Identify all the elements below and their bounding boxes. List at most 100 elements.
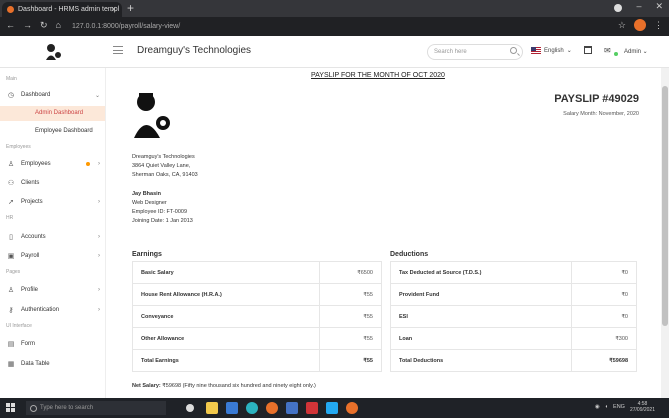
firefox-icon[interactable]: [266, 402, 278, 414]
sidebar-item-projects[interactable]: ➚ Projects ›: [6, 196, 106, 208]
windows-start-icon[interactable]: [6, 403, 15, 412]
search-icon[interactable]: [510, 47, 517, 54]
forward-icon[interactable]: →: [23, 20, 32, 31]
nav-buttons: ← → ↻ ⌂: [6, 20, 61, 31]
clock[interactable]: 4:58 27/09/2021: [630, 401, 655, 413]
address-bar-actions: ☆ ⋮: [618, 19, 663, 31]
language-label: English: [544, 47, 564, 54]
earnings-heading: Earnings: [132, 251, 162, 258]
chevron-right-icon: ›: [98, 161, 100, 167]
table-row: Loan ₹300: [390, 327, 638, 350]
earnings-table: Basic Salary ₹6500 House Rent Allowance (…: [132, 261, 383, 372]
row-value: ₹6500: [318, 261, 383, 284]
sidebar-section-hr: HR: [6, 215, 14, 221]
deductions-heading: Deductions: [390, 251, 429, 258]
admin-menu[interactable]: Admin ⌄: [624, 48, 648, 55]
minimize-icon[interactable]: –: [636, 1, 641, 12]
sidebar-item-label: Clients: [21, 180, 40, 186]
form-icon: ▤: [7, 341, 15, 348]
us-flag-icon: [531, 47, 541, 54]
hamburger-menu-icon[interactable]: [113, 46, 123, 54]
file-explorer-icon[interactable]: [206, 402, 218, 414]
message-icon[interactable]: ✉: [604, 46, 611, 55]
table-row: Tax Deducted at Source (T.D.S.) ₹0: [390, 261, 638, 284]
row-label: House Rent Allowance (H.R.A.): [132, 283, 320, 306]
word-icon[interactable]: [286, 402, 298, 414]
sidebar-item-data-table[interactable]: ▦ Data Table: [6, 358, 106, 370]
row-value: ₹0: [570, 261, 638, 284]
tray-language[interactable]: ENG: [613, 404, 625, 410]
sidebar-item-profile[interactable]: ♙ Profile ›: [6, 284, 106, 296]
chevron-right-icon: ›: [98, 199, 100, 205]
row-value: ₹0: [570, 283, 638, 306]
table-row: House Rent Allowance (H.R.A.) ₹55: [132, 283, 383, 306]
sidebar-item-authentication[interactable]: ⚷ Authentication ›: [6, 304, 106, 316]
row-value: ₹0: [570, 305, 638, 328]
row-label: ESI: [390, 305, 572, 328]
sidebar-item-form[interactable]: ▤ Form: [6, 338, 106, 350]
edge-icon[interactable]: [246, 402, 258, 414]
sidebar-item-admin-dashboard[interactable]: Admin Dashboard: [0, 106, 105, 121]
scrollbar-thumb[interactable]: [662, 86, 668, 326]
sidebar: Main ◷ Dashboard ⌄ Admin Dashboard Emplo…: [0, 68, 106, 398]
network-icon[interactable]: ◉: [595, 404, 600, 410]
new-tab-button[interactable]: +: [127, 1, 134, 15]
sidebar-item-clients[interactable]: ⚇ Clients: [6, 177, 106, 189]
calendar-icon[interactable]: [584, 46, 592, 54]
store-icon[interactable]: [226, 402, 238, 414]
company-name: Dreamguy's Technologies: [137, 45, 252, 56]
scrollbar[interactable]: [661, 68, 669, 398]
browser-menu-icon[interactable]: ⋮: [654, 20, 663, 31]
table-row-total: Total Deductions ₹59698: [390, 349, 638, 372]
payroll-icon: ▣: [7, 253, 15, 260]
joining-date: Joining Date: 1 Jan 2013: [132, 218, 193, 224]
profile-avatar[interactable]: [634, 19, 646, 31]
sidebar-item-payroll[interactable]: ▣ Payroll ›: [6, 250, 106, 262]
sidebar-item-employees[interactable]: ♙ Employees ›: [6, 158, 106, 170]
home-icon[interactable]: ⌂: [56, 20, 61, 31]
browser-tab[interactable]: Dashboard - HRMS admin templ ✕: [2, 2, 122, 17]
row-value: ₹59698: [570, 349, 638, 372]
table-icon: ▦: [7, 361, 15, 368]
sidebar-item-label: Authentication: [21, 307, 60, 313]
document-icon: ▯: [9, 234, 13, 241]
sidebar-item-label: Employees: [21, 161, 51, 167]
logo-icon[interactable]: [43, 42, 63, 62]
employee-designation: Web Designer: [132, 200, 167, 206]
vscode-icon[interactable]: [326, 402, 338, 414]
chrome-icon[interactable]: [346, 402, 358, 414]
online-status-dot: [614, 52, 618, 56]
cortana-icon[interactable]: [186, 404, 194, 412]
close-window-icon[interactable]: ✕: [655, 1, 663, 12]
language-selector[interactable]: English ⌄: [531, 47, 572, 54]
taskbar-search-input[interactable]: Type here to search: [26, 401, 166, 415]
user-icon: ♙: [7, 161, 15, 168]
row-label: Conveyance: [132, 305, 320, 328]
sidebar-item-accounts[interactable]: ▯ Accounts ›: [6, 231, 106, 243]
bookmark-star-icon[interactable]: ☆: [618, 20, 626, 31]
reload-icon[interactable]: ↻: [40, 20, 48, 31]
tab-close-icon[interactable]: ✕: [110, 2, 117, 17]
payslip-title: PAYSLIP FOR THE MONTH OF OCT 2020: [311, 72, 445, 79]
chevron-right-icon: ›: [98, 234, 100, 240]
sidebar-item-employee-dashboard[interactable]: Employee Dashboard: [0, 124, 105, 139]
app-icon-red[interactable]: [306, 402, 318, 414]
url-field[interactable]: 127.0.0.1:8000/payroll/salary-view/: [66, 20, 606, 33]
employee-id: Employee ID: FT-0009: [132, 209, 188, 215]
address-line-2: Sherman Oaks, CA, 91403: [132, 172, 198, 178]
back-icon[interactable]: ←: [6, 20, 15, 31]
sidebar-section-pages: Pages: [6, 269, 21, 275]
volume-icon[interactable]: ◖: [605, 404, 608, 410]
sidebar-item-label: Accounts: [21, 234, 46, 240]
chevron-down-icon: ⌄: [94, 92, 100, 99]
sidebar-item-label: Projects: [21, 199, 43, 205]
browser-tab-bar: Dashboard - HRMS admin templ ✕ + – ✕: [0, 0, 669, 17]
sidebar-section-employees: Employees: [6, 144, 31, 150]
row-value: ₹55: [318, 283, 383, 306]
address-bar: ← → ↻ ⌂ 127.0.0.1:8000/payroll/salary-vi…: [0, 17, 669, 36]
search-input[interactable]: Search here: [427, 44, 523, 60]
clock-date: 27/09/2021: [629, 407, 655, 413]
record-icon[interactable]: [614, 4, 623, 12]
sidebar-item-dashboard[interactable]: ◷ Dashboard ⌄: [6, 89, 106, 101]
row-label: Total Deductions: [390, 349, 572, 372]
